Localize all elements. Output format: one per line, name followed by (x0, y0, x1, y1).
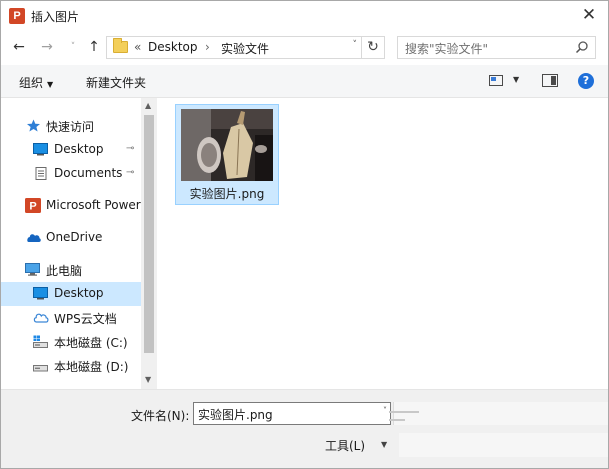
tools-button[interactable]: 工具(L) (325, 437, 365, 454)
divider (389, 411, 419, 413)
desktop-icon (33, 287, 48, 300)
desktop-icon (33, 143, 48, 156)
dialog-footer: 文件名(N): 实验图片.png ˅ 工具(L) ▼ (1, 389, 608, 468)
breadcrumb-overflow[interactable]: « (134, 40, 141, 54)
folder-icon (113, 38, 128, 53)
file-type-select[interactable] (393, 402, 608, 425)
divider (389, 419, 405, 421)
file-list: 实验图片.png (157, 98, 608, 389)
sidebar-item-desktop-pinned[interactable]: Desktop ⊸ (1, 138, 141, 162)
tools-dropdown-icon[interactable]: ▼ (381, 440, 387, 449)
preview-pane-icon[interactable] (542, 74, 558, 87)
filename-label: 文件名(N): (131, 409, 190, 423)
refresh-button[interactable]: ↻ (362, 36, 385, 59)
insert-button-area[interactable] (399, 433, 608, 457)
computer-icon (25, 263, 40, 276)
sidebar-item-powerpoint[interactable]: P Microsoft PowerPoint (1, 194, 141, 218)
breadcrumb-desktop[interactable]: Desktop (148, 40, 198, 54)
navigation-bar: ← → ˅ ↑ « Desktop › 实验文件 ˅ ↻ 搜索"实验文件" (1, 31, 608, 65)
command-toolbar: 组织 ▼ 新建文件夹 ▼ ? (1, 65, 608, 98)
filename-value: 实验图片.png (198, 408, 273, 422)
scroll-up-icon[interactable]: ▲ (145, 101, 151, 110)
drive-icon (33, 335, 48, 348)
address-bar[interactable]: « Desktop › 实验文件 ˅ (106, 36, 362, 59)
navigation-pane: 快速访问 Desktop ⊸ Documents ⊸ P Microsoft P… (1, 98, 157, 389)
help-icon[interactable]: ? (578, 73, 594, 89)
forward-button[interactable]: → (37, 37, 57, 57)
image-thumbnail (181, 109, 273, 181)
breadcrumb-experiment-folder[interactable]: 实验文件 (221, 40, 269, 57)
sidebar-item-documents-pinned[interactable]: Documents ⊸ (1, 162, 141, 186)
wps-cloud-icon (33, 313, 49, 323)
star-icon (27, 119, 40, 132)
address-dropdown-icon[interactable]: ˅ (353, 40, 358, 50)
sidebar-item-this-pc[interactable]: 此电脑 (1, 258, 141, 282)
sidebar-item-label: 此电脑 (46, 264, 83, 278)
search-input[interactable]: 搜索"实验文件" (397, 36, 596, 59)
scrollbar-thumb[interactable] (144, 115, 154, 353)
recent-locations-button[interactable]: ˅ (63, 37, 83, 57)
pin-icon[interactable]: ⊸ (126, 167, 134, 178)
new-folder-button[interactable]: 新建文件夹 (86, 74, 146, 91)
sidebar-scrollbar[interactable]: ▲ ▼ (141, 98, 157, 389)
sidebar-item-desktop[interactable]: Desktop (1, 282, 141, 306)
sidebar-item-label: 本地磁盘 (C:) (54, 336, 128, 350)
search-placeholder: 搜索"实验文件" (405, 42, 489, 56)
organize-label: 组织 (19, 76, 44, 90)
sidebar-item-label: WPS云文档 (54, 312, 117, 326)
title-bar: P 插入图片 ✕ (1, 1, 608, 31)
sidebar-item-label: Desktop (54, 142, 104, 156)
sidebar-item-onedrive[interactable]: OneDrive (1, 226, 141, 250)
close-button[interactable]: ✕ (576, 3, 602, 27)
drive-icon (33, 365, 48, 372)
document-icon (35, 167, 47, 180)
insert-picture-dialog: P 插入图片 ✕ ← → ˅ ↑ « Desktop › 实验文件 ˅ ↻ 搜索… (0, 0, 609, 469)
filename-dropdown-icon[interactable]: ˅ (383, 406, 387, 415)
breadcrumb-separator: › (205, 40, 210, 54)
file-item[interactable]: 实验图片.png (175, 104, 279, 205)
sidebar-item-label: Documents (54, 166, 123, 180)
sidebar-item-drive-d[interactable]: 本地磁盘 (D:) (1, 354, 141, 378)
organize-button[interactable]: 组织 ▼ (19, 74, 53, 91)
up-button[interactable]: ↑ (84, 37, 104, 57)
scroll-down-icon[interactable]: ▼ (145, 375, 151, 384)
sidebar-item-wps-cloud[interactable]: WPS云文档 (1, 306, 141, 330)
pin-icon[interactable]: ⊸ (126, 143, 134, 154)
dialog-title: 插入图片 (31, 10, 80, 24)
powerpoint-app-icon: P (9, 8, 25, 24)
change-view-icon[interactable] (489, 75, 503, 86)
sidebar-item-label: Desktop (54, 286, 104, 300)
view-dropdown-icon[interactable]: ▼ (513, 75, 519, 84)
cloud-icon (27, 234, 41, 242)
sidebar-item-label: 本地磁盘 (D:) (54, 360, 129, 374)
back-button[interactable]: ← (9, 37, 29, 57)
svg-text:P: P (29, 201, 36, 213)
sidebar-item-label: Microsoft PowerPoint (46, 198, 141, 212)
organize-dropdown-icon: ▼ (47, 80, 54, 89)
sidebar-item-label: OneDrive (46, 230, 103, 244)
search-icon[interactable] (575, 40, 589, 54)
sidebar-item-quick-access[interactable]: 快速访问 (1, 114, 141, 138)
filename-input[interactable]: 实验图片.png ˅ (193, 402, 391, 425)
sidebar-item-label: 快速访问 (46, 120, 95, 134)
powerpoint-icon: P (25, 198, 41, 213)
file-name: 实验图片.png (189, 187, 265, 201)
sidebar-item-drive-c[interactable]: 本地磁盘 (C:) (1, 330, 141, 354)
